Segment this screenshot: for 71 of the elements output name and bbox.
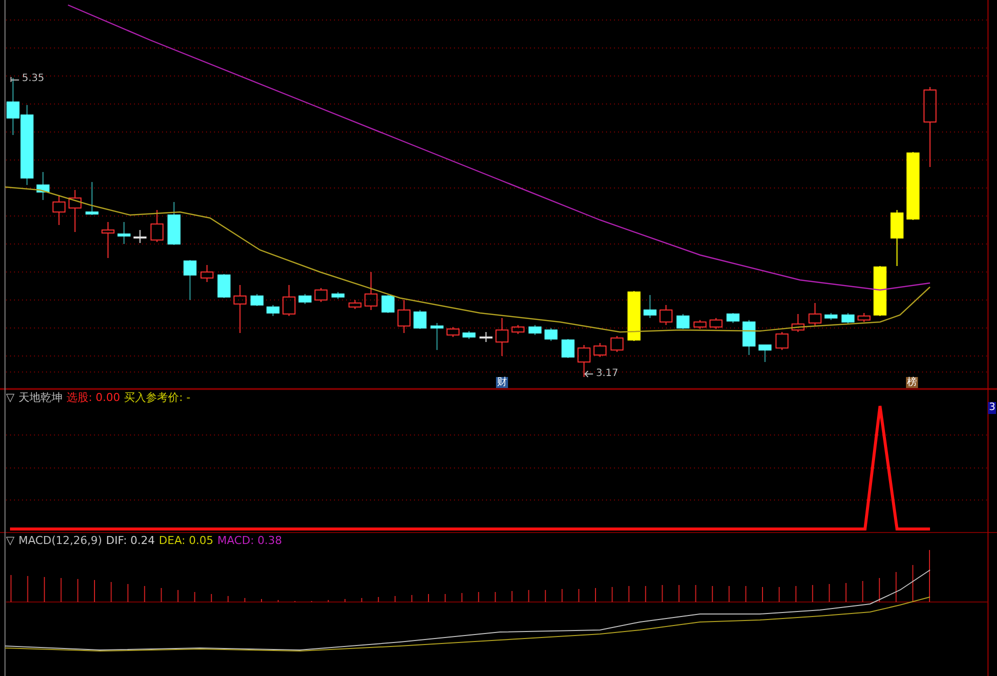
axis-label: 3 [988,402,996,414]
high-price-label: 5.35 [22,73,44,85]
candlestick [6,78,20,136]
collapse-glyph[interactable]: ▽ [6,391,14,404]
candlestick [184,260,196,300]
indicator-value: MACD: 0.38 [217,534,282,547]
candlestick [118,222,130,244]
candlestick [676,314,690,330]
candlestick [496,318,508,356]
candlestick [266,304,280,316]
candlestick [150,210,164,242]
candlestick [742,320,756,356]
candlestick [234,284,246,334]
candlestick [134,230,146,244]
indicator-value: DIF: 0.24 [106,534,155,547]
candlestick [544,328,558,342]
candlestick [36,172,50,200]
candlestick [446,326,460,338]
candlestick [398,300,410,334]
candlestick [842,312,854,324]
pointer-arrow-icon [584,370,594,378]
candlestick [628,290,640,342]
candlestick [808,302,822,326]
macd-title: MACD(12,26,9) [18,534,102,547]
candlestick [200,264,214,282]
candlestick [218,274,230,298]
indicator-value: 选股: 0.00 [66,391,120,404]
indicator-value: 买入参考价: - [124,391,190,404]
candlestick [858,312,870,322]
candlestick [430,322,444,350]
candlestick [52,194,66,226]
candlestick [660,304,672,326]
candlestick [726,312,740,324]
candlestick [694,320,706,330]
candlestick [578,344,590,378]
candlestick [102,222,114,258]
candlestick [610,336,624,352]
candlestick [906,152,920,220]
candlestick [776,332,788,350]
candlestick [480,332,492,342]
event-marker[interactable]: 财 [496,377,508,388]
candlestick [594,342,606,358]
candlestick [562,338,574,358]
candlestick [332,292,344,300]
candlestick [68,190,82,232]
candlestick [250,294,264,306]
candlestick [710,318,722,330]
candlestick [414,310,426,330]
candlestick [644,294,656,318]
candlestick [86,182,98,216]
candlestick [282,284,296,316]
low-price-label: 3.17 [596,368,618,380]
candlestick [824,312,838,320]
pointer-arrow-icon [10,76,20,82]
candlestick [462,330,476,340]
candlestick [314,288,328,302]
candlestick [792,314,804,332]
candlestick [348,300,362,310]
candlestick [890,210,904,266]
candlestick [382,294,394,314]
candlestick [874,266,886,316]
candlestick [364,272,378,310]
indicator-title: 天地乾坤 [18,391,62,404]
collapse-glyph[interactable]: ▽ [6,534,14,547]
candlestick [168,202,180,246]
candlestick [528,324,542,336]
candlestick [758,344,772,362]
candlestick [512,324,524,334]
event-marker[interactable]: 榜 [906,377,918,388]
indicator-value: DEA: 0.05 [158,534,214,547]
candlestick [298,294,312,304]
